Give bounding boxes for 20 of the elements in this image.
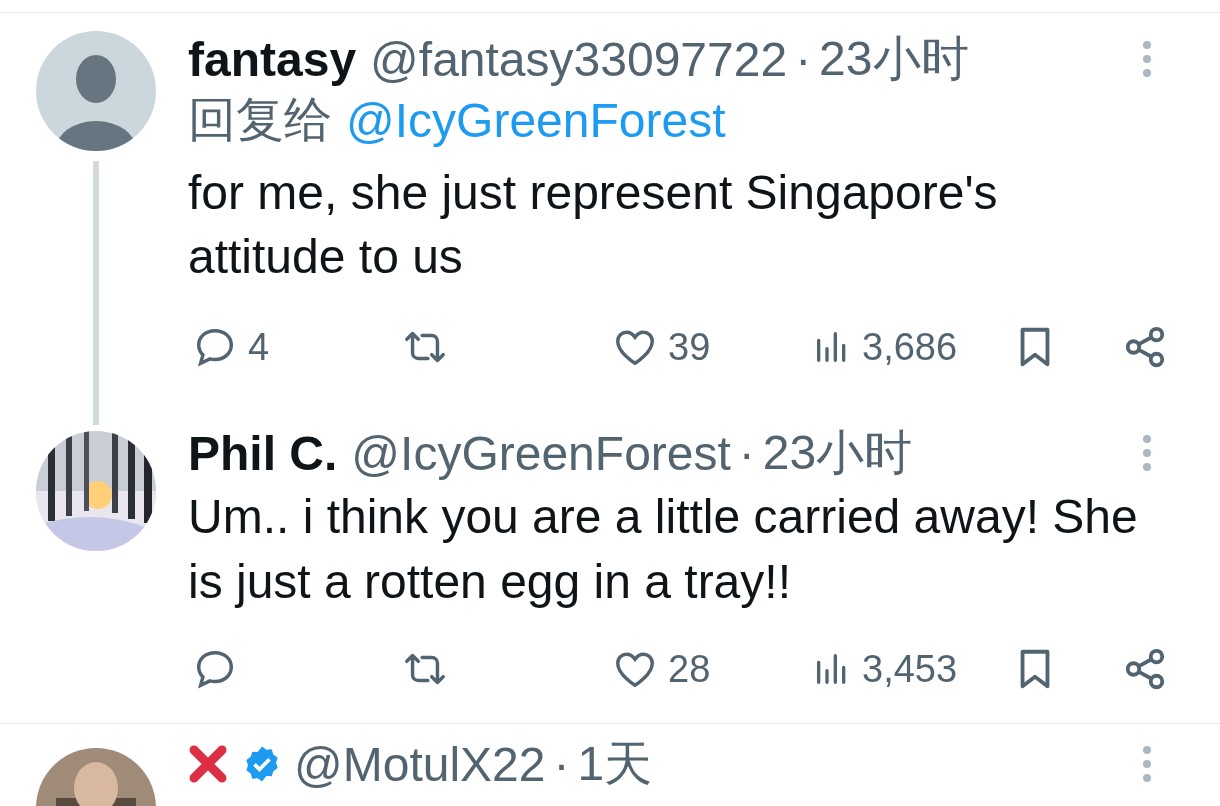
view-count: 3,453 <box>862 647 958 691</box>
separator-dot: · <box>738 425 755 481</box>
reply-to-label: 回复给 <box>188 92 332 148</box>
tweet-text: for me, she just represent Singapore's attitude to us <box>188 165 999 285</box>
view-count: 3,686 <box>862 325 958 369</box>
like-count: 39 <box>668 325 711 369</box>
separator-dot: · <box>795 31 812 87</box>
reply-count: 4 <box>248 325 270 369</box>
timestamp[interactable]: 1天 <box>577 732 653 796</box>
like-count: 28 <box>668 647 711 691</box>
tweet-text: Um.. i think you are a little carried away! She is just a rotten egg in a tray!! <box>188 489 1139 610</box>
separator-dot: · <box>553 736 570 792</box>
display-name[interactable]: Phil C. <box>188 425 338 481</box>
cross-mark-icon <box>188 744 228 784</box>
timestamp[interactable]: 23小时 <box>762 421 913 485</box>
timestamp[interactable]: 23小时 <box>819 27 969 91</box>
user-handle[interactable]: @fantasy33097722 <box>370 31 788 87</box>
user-handle[interactable]: @IcyGreenForest <box>351 425 731 481</box>
user-handle[interactable]: @MotulX22 <box>294 736 546 792</box>
display-name[interactable]: fantasy <box>188 31 357 87</box>
